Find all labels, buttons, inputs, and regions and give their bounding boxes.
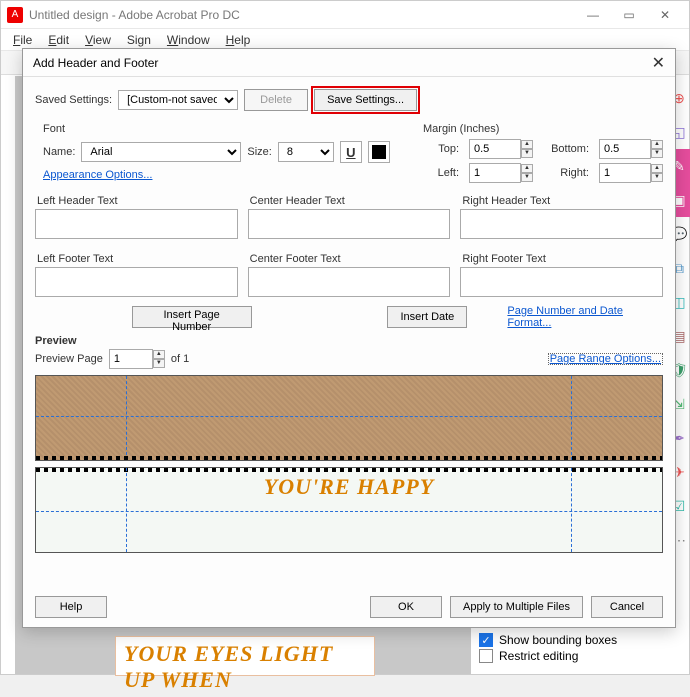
close-window-button[interactable]: ✕: [647, 4, 683, 26]
document-page: YOUR EYES LIGHT UP WHEN: [115, 636, 375, 676]
color-swatch-icon: [372, 145, 386, 159]
page-number-date-format-link[interactable]: Page Number and Date Format...: [507, 305, 663, 329]
restrict-label: Restrict editing: [499, 649, 578, 663]
app-icon: A: [7, 7, 23, 23]
right-header-label: Right Header Text: [462, 195, 663, 207]
margin-right-label: Right:: [543, 167, 589, 179]
preview-footer-canvas: YOU'RE HAPPY: [35, 467, 663, 553]
font-section-label: Font: [43, 123, 407, 135]
preview-header-canvas: [35, 375, 663, 461]
spinner-icon[interactable]: ▲▼: [153, 350, 165, 368]
spinner-icon[interactable]: ▲▼: [651, 164, 663, 182]
center-header-label: Center Header Text: [250, 195, 451, 207]
dialog-close-button[interactable]: ✕: [652, 53, 665, 73]
font-color-button[interactable]: [368, 141, 390, 163]
dialog-footer: Help OK Apply to Multiple Files Cancel: [23, 587, 675, 627]
margin-right-input[interactable]: [599, 163, 651, 183]
font-size-label: Size:: [247, 146, 271, 158]
preview-page-label: Preview Page: [35, 353, 103, 365]
margin-section-label: Margin (Inches): [423, 123, 663, 135]
insert-page-number-button[interactable]: Insert Page Number: [132, 306, 252, 328]
window-title: Untitled design - Adobe Acrobat Pro DC: [29, 8, 575, 22]
left-footer-input[interactable]: [35, 267, 238, 297]
margin-top-input[interactable]: [469, 139, 521, 159]
restrict-editing-checkbox[interactable]: Restrict editing: [479, 649, 667, 663]
saved-settings-label: Saved Settings:: [35, 94, 112, 106]
font-size-select[interactable]: 8: [278, 142, 334, 162]
menu-file[interactable]: File: [5, 33, 40, 47]
preview-of-label: of 1: [171, 353, 189, 365]
left-header-input[interactable]: [35, 209, 238, 239]
center-header-input[interactable]: [248, 209, 451, 239]
show-bounding-boxes-checkbox[interactable]: ✓ Show bounding boxes: [479, 633, 667, 647]
minimize-button[interactable]: —: [575, 4, 611, 26]
center-footer-input[interactable]: [248, 267, 451, 297]
page-artwork-text: YOUR EYES LIGHT UP WHEN: [116, 637, 374, 697]
show-bb-label: Show bounding boxes: [499, 633, 617, 647]
apply-multiple-files-button[interactable]: Apply to Multiple Files: [450, 596, 583, 618]
margin-bottom-label: Bottom:: [543, 143, 589, 155]
margin-left-input[interactable]: [469, 163, 521, 183]
help-button[interactable]: Help: [35, 596, 107, 618]
left-header-label: Left Header Text: [37, 195, 238, 207]
underline-button[interactable]: U: [340, 141, 362, 163]
spinner-icon[interactable]: ▲▼: [521, 164, 533, 182]
cancel-button[interactable]: Cancel: [591, 596, 663, 618]
dialog-title: Add Header and Footer: [33, 56, 652, 70]
preview-page-input[interactable]: [109, 349, 153, 369]
menu-sign[interactable]: Sign: [119, 33, 159, 47]
font-name-select[interactable]: Arial: [81, 142, 241, 162]
saved-settings-select[interactable]: [Custom-not saved]: [118, 90, 238, 110]
maximize-button[interactable]: ▭: [611, 4, 647, 26]
margin-top-label: Top:: [423, 143, 459, 155]
add-header-footer-dialog: Add Header and Footer ✕ Saved Settings: …: [22, 48, 676, 628]
font-name-label: Name:: [43, 146, 75, 158]
right-footer-label: Right Footer Text: [462, 253, 663, 265]
spinner-icon[interactable]: ▲▼: [521, 140, 533, 158]
dialog-header: Add Header and Footer ✕: [23, 49, 675, 77]
center-footer-label: Center Footer Text: [250, 253, 451, 265]
titlebar: A Untitled design - Adobe Acrobat Pro DC…: [1, 1, 689, 29]
ok-button[interactable]: OK: [370, 596, 442, 618]
menu-edit[interactable]: Edit: [40, 33, 77, 47]
margin-left-label: Left:: [423, 167, 459, 179]
left-footer-label: Left Footer Text: [37, 253, 238, 265]
format-panel: ✓ Show bounding boxes Restrict editing: [471, 626, 675, 674]
appearance-options-link[interactable]: Appearance Options...: [43, 169, 152, 181]
right-header-input[interactable]: [460, 209, 663, 239]
page-range-options-link[interactable]: Page Range Options...: [548, 353, 663, 365]
preview-sample-text: YOU'RE HAPPY: [36, 474, 662, 500]
checkbox-icon: [479, 649, 493, 663]
delete-button[interactable]: Delete: [244, 89, 308, 111]
right-footer-input[interactable]: [460, 267, 663, 297]
menu-window[interactable]: Window: [159, 33, 218, 47]
margin-bottom-input[interactable]: [599, 139, 651, 159]
spinner-icon[interactable]: ▲▼: [651, 140, 663, 158]
save-settings-button[interactable]: Save Settings...: [314, 89, 417, 111]
dialog-body: Saved Settings: [Custom-not saved] Delet…: [23, 77, 675, 587]
menu-view[interactable]: View: [77, 33, 119, 47]
saved-settings-row: Saved Settings: [Custom-not saved] Delet…: [35, 89, 663, 111]
checkbox-icon: ✓: [479, 633, 493, 647]
insert-date-button[interactable]: Insert Date: [387, 306, 467, 328]
menu-help[interactable]: Help: [218, 33, 259, 47]
preview-section-label: Preview: [35, 335, 663, 347]
